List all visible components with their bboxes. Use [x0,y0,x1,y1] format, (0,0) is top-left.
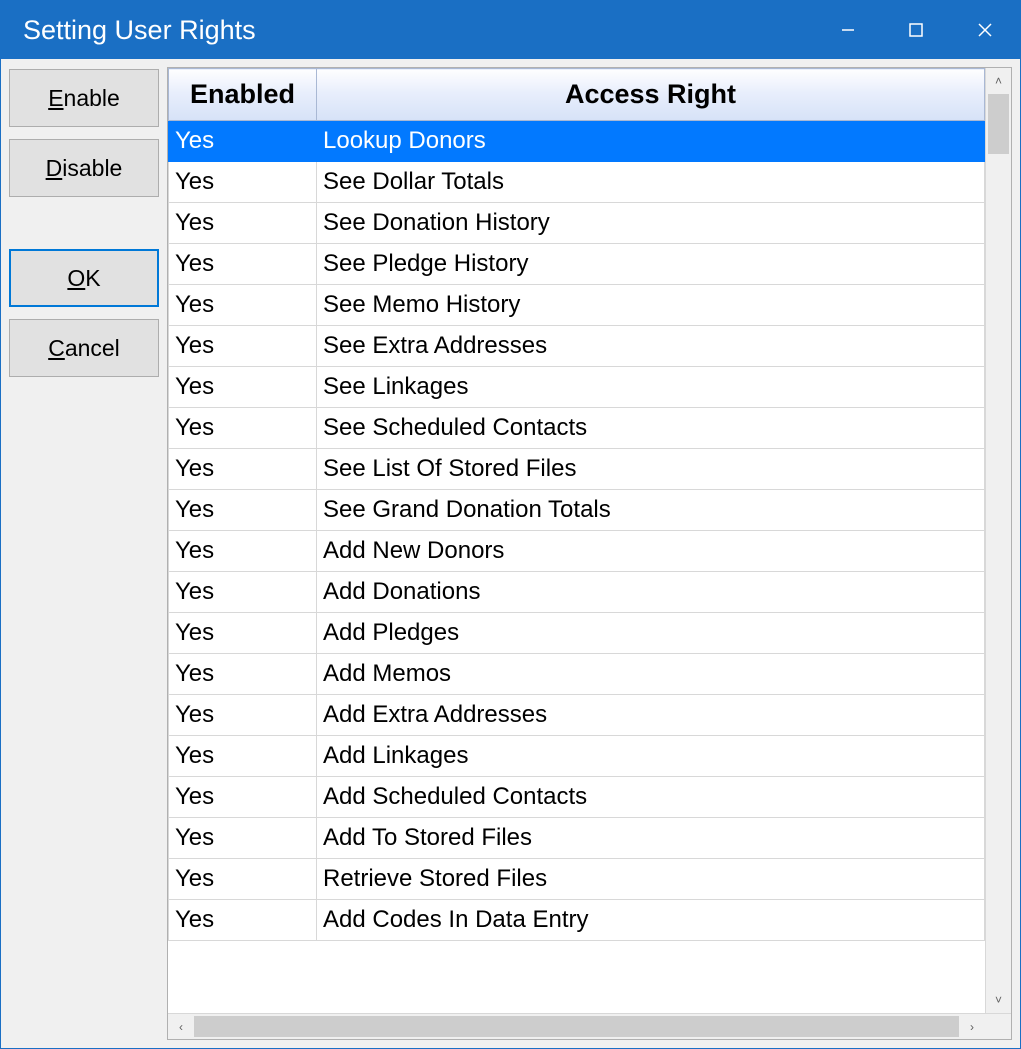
cell-access-right: Lookup Donors [317,121,985,162]
cell-access-right: Add Scheduled Contacts [317,777,985,818]
vertical-scrollbar[interactable]: ˄ ˅ [985,68,1011,1013]
cancel-button[interactable]: Cancel [9,319,159,377]
cell-access-right: Add Memos [317,654,985,695]
table-row[interactable]: YesSee Scheduled Contacts [169,408,985,449]
table-row[interactable]: YesAdd Donations [169,572,985,613]
cell-access-right: See Scheduled Contacts [317,408,985,449]
vertical-scroll-track[interactable] [986,94,1011,987]
sidebar: Enable Disable OK Cancel [1,59,167,1048]
scroll-down-button[interactable]: ˅ [986,987,1011,1013]
cell-enabled: Yes [169,613,317,654]
cell-access-right: See Donation History [317,203,985,244]
horizontal-scroll-thumb[interactable] [194,1016,959,1037]
cell-enabled: Yes [169,162,317,203]
scroll-right-button[interactable]: › [959,1014,985,1039]
cell-enabled: Yes [169,531,317,572]
cell-access-right: Add Donations [317,572,985,613]
cell-enabled: Yes [169,572,317,613]
scrollbar-corner [985,1014,1011,1039]
cell-access-right: See Grand Donation Totals [317,490,985,531]
table-row[interactable]: YesLookup Donors [169,121,985,162]
cell-access-right: Add To Stored Files [317,818,985,859]
chevron-right-icon: › [970,1021,974,1033]
table-row[interactable]: YesSee Grand Donation Totals [169,490,985,531]
minimize-button[interactable] [814,1,882,59]
chevron-left-icon: ‹ [179,1021,183,1033]
cell-enabled: Yes [169,900,317,941]
cell-access-right: See Linkages [317,367,985,408]
cell-enabled: Yes [169,736,317,777]
scroll-left-button[interactable]: ‹ [168,1014,194,1039]
horizontal-scroll-track[interactable] [194,1014,959,1039]
table-row[interactable]: YesAdd Extra Addresses [169,695,985,736]
cell-enabled: Yes [169,408,317,449]
table-row[interactable]: YesAdd Memos [169,654,985,695]
cell-access-right: Add Pledges [317,613,985,654]
cell-access-right: Add New Donors [317,531,985,572]
enable-button[interactable]: Enable [9,69,159,127]
cell-access-right: Add Extra Addresses [317,695,985,736]
spacer [9,209,159,237]
cell-access-right: See List Of Stored Files [317,449,985,490]
ok-button[interactable]: OK [9,249,159,307]
horizontal-scrollbar[interactable]: ‹ › [168,1013,1011,1039]
cell-enabled: Yes [169,326,317,367]
disable-button[interactable]: Disable [9,139,159,197]
scroll-up-button[interactable]: ˄ [986,68,1011,94]
cell-enabled: Yes [169,244,317,285]
cell-access-right: Add Linkages [317,736,985,777]
cell-enabled: Yes [169,490,317,531]
table-row[interactable]: YesRetrieve Stored Files [169,859,985,900]
cell-enabled: Yes [169,285,317,326]
chevron-down-icon: ˅ [995,994,1002,1006]
table-row[interactable]: YesSee Pledge History [169,244,985,285]
table-row[interactable]: YesAdd To Stored Files [169,818,985,859]
table-row[interactable]: YesSee Extra Addresses [169,326,985,367]
close-icon [976,21,994,39]
table-row[interactable]: YesAdd Linkages [169,736,985,777]
cell-access-right: See Extra Addresses [317,326,985,367]
minimize-icon [840,22,856,38]
cell-enabled: Yes [169,203,317,244]
table-row[interactable]: YesAdd Pledges [169,613,985,654]
cell-enabled: Yes [169,449,317,490]
table-row[interactable]: YesSee Dollar Totals [169,162,985,203]
window-buttons [814,1,1020,59]
cell-enabled: Yes [169,654,317,695]
cell-enabled: Yes [169,859,317,900]
cell-access-right: See Pledge History [317,244,985,285]
column-header-enabled[interactable]: Enabled [169,69,317,121]
cell-access-right: Retrieve Stored Files [317,859,985,900]
chevron-up-icon: ˄ [995,75,1002,87]
cell-enabled: Yes [169,121,317,162]
cell-enabled: Yes [169,777,317,818]
column-header-access-right[interactable]: Access Right [317,69,985,121]
cell-access-right: See Dollar Totals [317,162,985,203]
maximize-icon [908,22,924,38]
table-row[interactable]: YesAdd Scheduled Contacts [169,777,985,818]
window-title: Setting User Rights [23,15,814,46]
rights-grid[interactable]: Enabled Access Right YesLookup DonorsYes… [167,67,1012,1040]
table-row[interactable]: YesAdd New Donors [169,531,985,572]
cell-access-right: Add Codes In Data Entry [317,900,985,941]
table-row[interactable]: YesSee Memo History [169,285,985,326]
table-row[interactable]: YesSee Donation History [169,203,985,244]
cell-enabled: Yes [169,367,317,408]
table-row[interactable]: YesSee Linkages [169,367,985,408]
rights-table[interactable]: Enabled Access Right YesLookup DonorsYes… [168,68,985,941]
window: Setting User Rights Enable Disable OK Ca… [0,0,1021,1049]
cell-enabled: Yes [169,818,317,859]
close-button[interactable] [950,1,1020,59]
maximize-button[interactable] [882,1,950,59]
table-row[interactable]: YesSee List Of Stored Files [169,449,985,490]
cell-enabled: Yes [169,695,317,736]
table-row[interactable]: YesAdd Codes In Data Entry [169,900,985,941]
titlebar[interactable]: Setting User Rights [1,1,1020,59]
cell-access-right: See Memo History [317,285,985,326]
client-area: Enable Disable OK Cancel Enabled Access … [1,59,1020,1048]
vertical-scroll-thumb[interactable] [988,94,1009,154]
